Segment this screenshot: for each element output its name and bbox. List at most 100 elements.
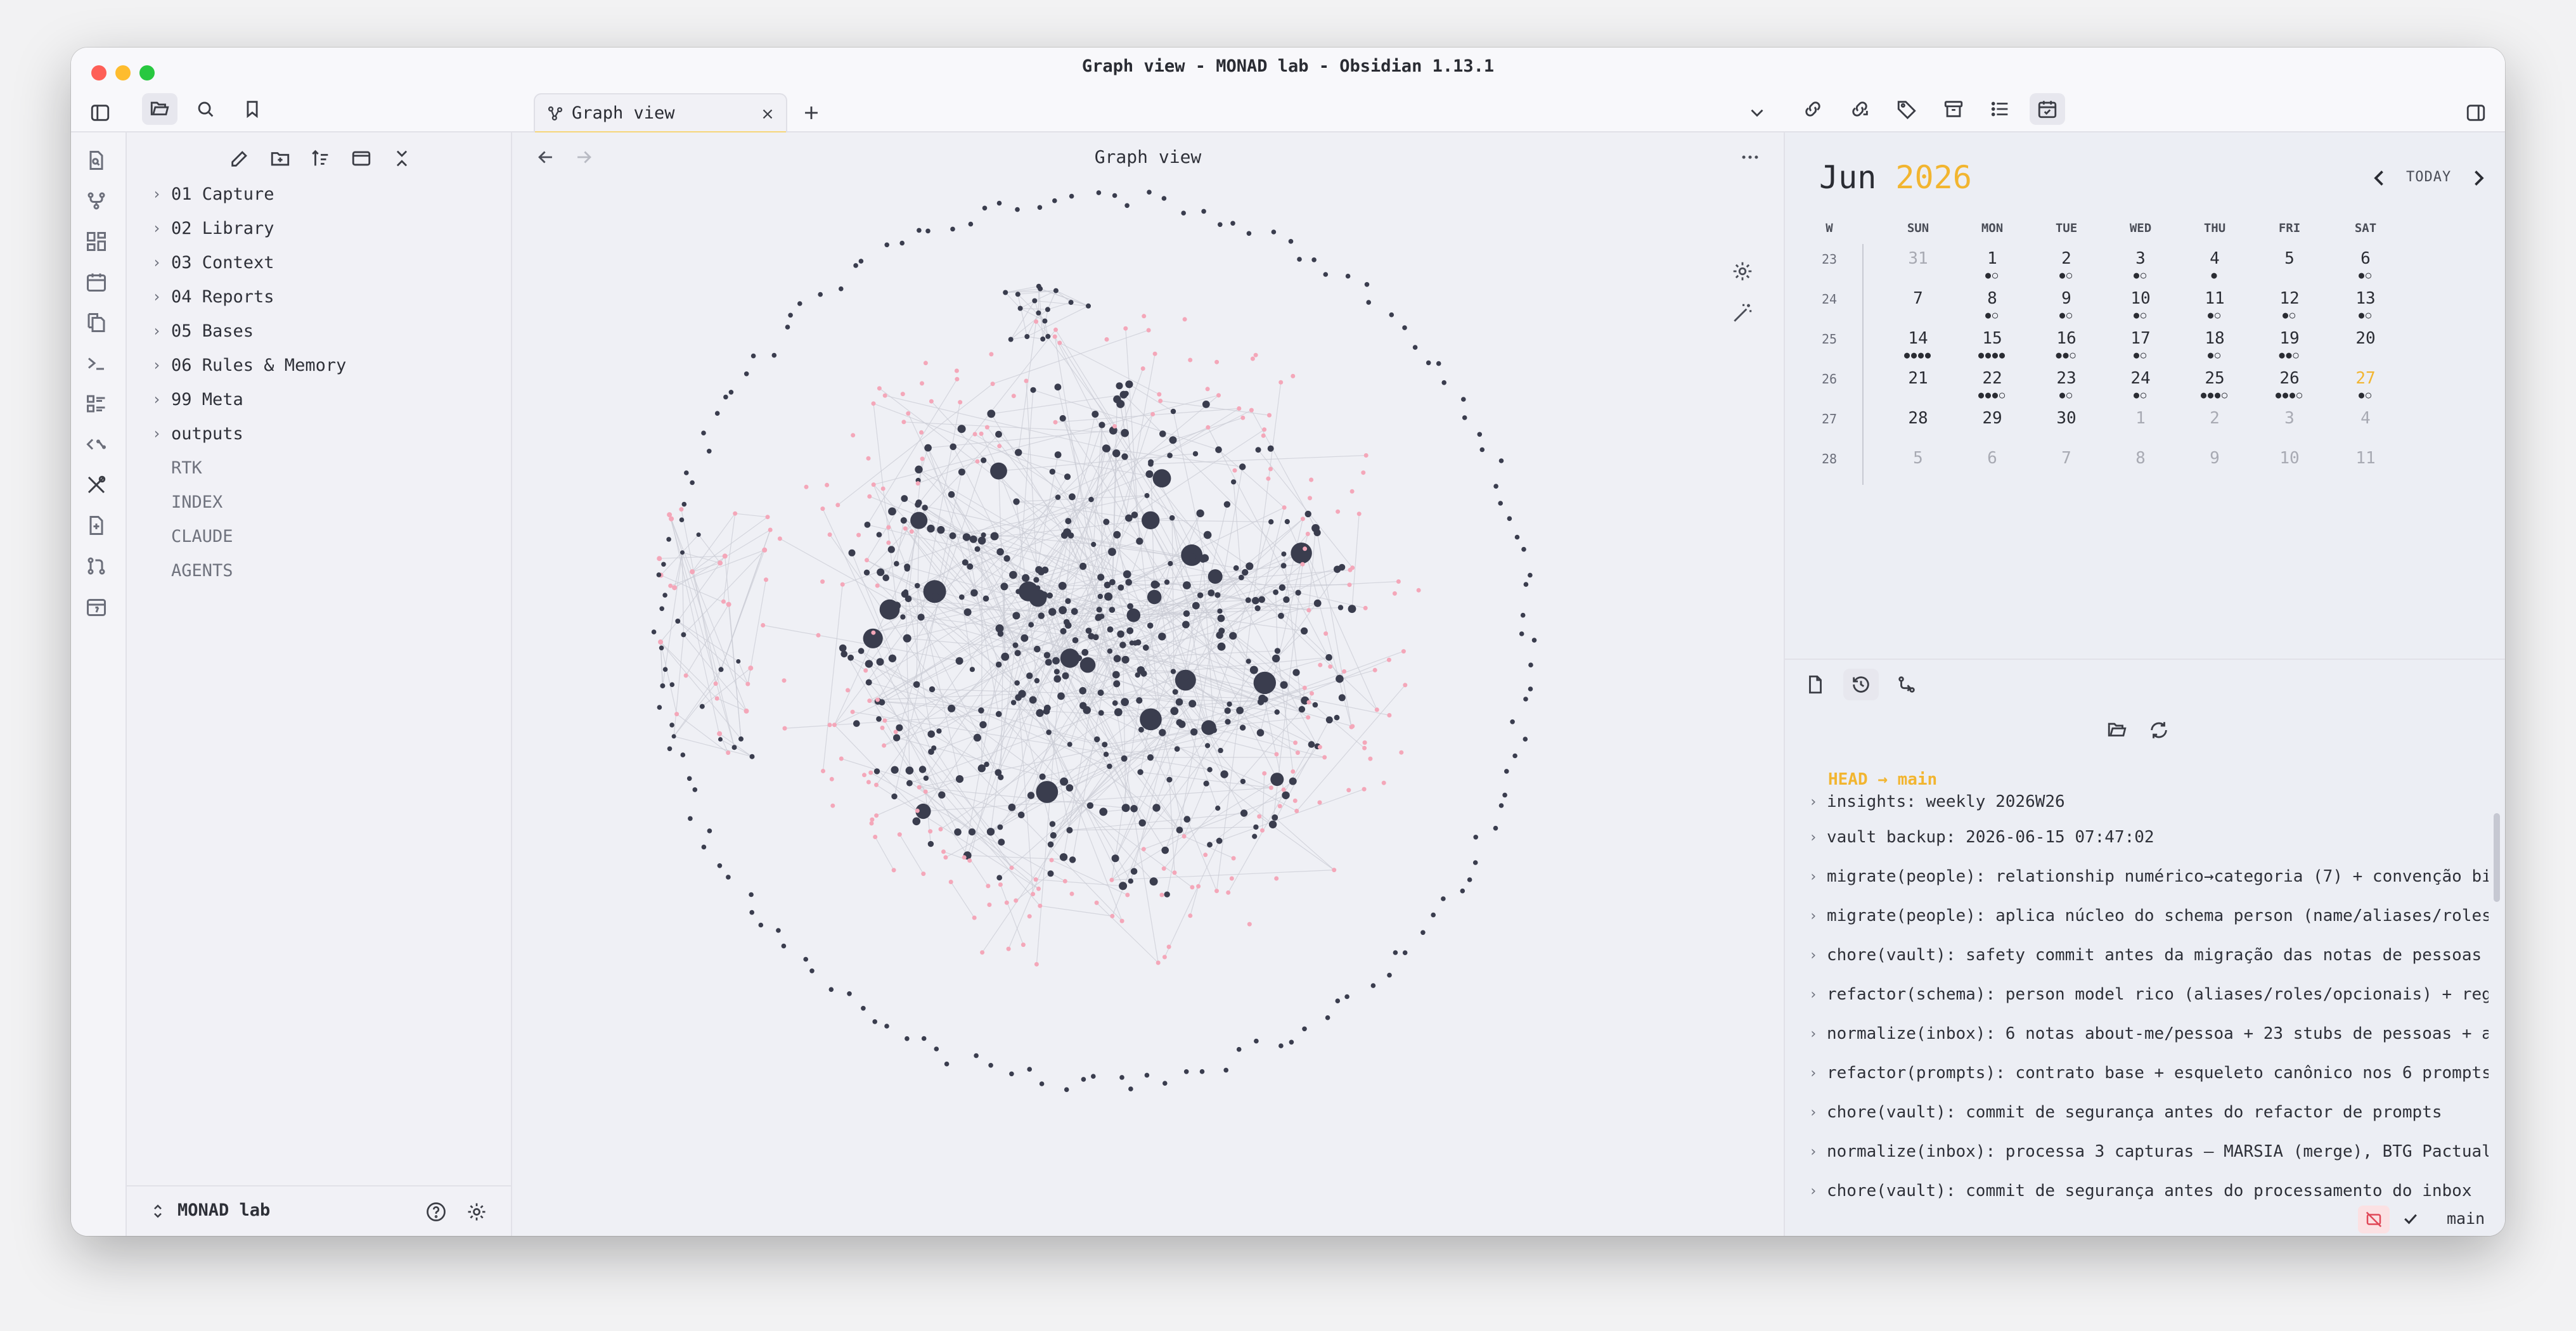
graph-node-unresolved[interactable]	[874, 813, 879, 818]
graph-node-unresolved[interactable]	[1240, 415, 1246, 420]
graph-node[interactable]	[1174, 746, 1180, 752]
graph-node[interactable]	[1108, 548, 1116, 556]
graph-node[interactable]	[1280, 681, 1288, 689]
graph-node[interactable]	[1270, 773, 1284, 787]
graph-node-unresolved[interactable]	[1172, 870, 1177, 875]
ribbon-calendar-button[interactable]	[85, 595, 113, 623]
graph-node[interactable]	[1436, 361, 1441, 366]
graph-node[interactable]	[660, 683, 666, 689]
graph-node[interactable]	[900, 517, 907, 524]
graph-node[interactable]	[1181, 210, 1186, 215]
graph-node[interactable]	[1207, 767, 1213, 773]
graph-node-unresolved[interactable]	[886, 525, 891, 530]
graph-node[interactable]	[1029, 696, 1037, 704]
graph-node[interactable]	[1420, 930, 1426, 936]
graph-node[interactable]	[771, 352, 777, 358]
graph-node[interactable]	[1336, 674, 1344, 683]
graph-node-unresolved[interactable]	[882, 393, 887, 398]
graph-node[interactable]	[905, 595, 912, 603]
graph-node-unresolved[interactable]	[882, 743, 887, 748]
graph-node-unresolved[interactable]	[871, 630, 876, 635]
graph-node[interactable]	[1159, 729, 1166, 736]
collapse-all-button[interactable]	[384, 143, 420, 174]
graph-node[interactable]	[1003, 290, 1008, 295]
graph-node[interactable]	[1201, 209, 1206, 214]
graph-node[interactable]	[1170, 707, 1179, 716]
graph-node[interactable]	[915, 465, 923, 473]
graph-node-unresolved[interactable]	[986, 884, 991, 889]
graph-node-unresolved[interactable]	[1303, 546, 1308, 551]
graph-node[interactable]	[1272, 654, 1280, 663]
graph-node[interactable]	[1183, 816, 1191, 823]
graph-node-unresolved[interactable]	[1347, 582, 1352, 588]
graph-node[interactable]	[1338, 694, 1346, 702]
graph-node[interactable]	[675, 619, 681, 624]
graph-node-unresolved[interactable]	[1274, 752, 1279, 757]
graph-node[interactable]	[987, 409, 996, 418]
graph-node[interactable]	[723, 394, 728, 400]
graph-node[interactable]	[1012, 642, 1019, 648]
graph-node[interactable]	[1135, 672, 1140, 678]
graph-node[interactable]	[1183, 610, 1190, 617]
graph-node-unresolved[interactable]	[827, 723, 832, 728]
graph-node-unresolved[interactable]	[1416, 588, 1421, 593]
graph-node[interactable]	[1161, 196, 1167, 201]
graph-node[interactable]	[1514, 534, 1520, 540]
graph-node[interactable]	[1050, 832, 1057, 839]
graph-node[interactable]	[1218, 222, 1223, 228]
graph-node-unresolved[interactable]	[882, 718, 887, 723]
graph-node[interactable]	[1014, 650, 1021, 657]
graph-node[interactable]	[1313, 599, 1322, 607]
graph-node[interactable]	[1521, 546, 1526, 552]
graph-node[interactable]	[853, 263, 858, 268]
graph-node[interactable]	[1047, 870, 1054, 877]
settings-gear-icon[interactable]	[465, 1200, 488, 1223]
graph-node-unresolved[interactable]	[1306, 715, 1311, 720]
graph-node[interactable]	[949, 532, 956, 539]
graph-node[interactable]	[1312, 702, 1318, 708]
ribbon-bases-button[interactable]	[85, 392, 113, 420]
graph-node[interactable]	[1531, 638, 1537, 643]
graph-node[interactable]	[1035, 566, 1043, 574]
graph-node[interactable]	[1052, 198, 1057, 203]
graph-node[interactable]	[1370, 983, 1376, 988]
graph-node-unresolved[interactable]	[1348, 567, 1353, 572]
graph-node-unresolved[interactable]	[874, 782, 879, 787]
graph-node[interactable]	[901, 495, 908, 502]
graph-node[interactable]	[1278, 612, 1284, 619]
graph-node[interactable]	[1208, 589, 1215, 596]
graph-node[interactable]	[1036, 310, 1041, 316]
graph-node[interactable]	[1467, 877, 1472, 882]
graph-node-unresolved[interactable]	[1332, 868, 1337, 873]
file-index[interactable]: INDEX	[171, 486, 222, 518]
commit-row[interactable]: › refactor(schema): person model rico (al…	[1809, 982, 2489, 1007]
file-agents[interactable]: AGENTS	[171, 555, 233, 586]
graph-node[interactable]	[1214, 592, 1221, 598]
graph-node[interactable]	[955, 775, 964, 783]
graph-node[interactable]	[928, 749, 934, 755]
graph-node[interactable]	[1164, 891, 1170, 897]
graph-node[interactable]	[1493, 484, 1498, 489]
graph-node[interactable]	[1030, 387, 1036, 393]
graph-node-unresolved[interactable]	[1322, 755, 1327, 760]
files-tab-button[interactable]	[142, 93, 177, 125]
graph-node[interactable]	[1147, 754, 1154, 761]
graph-node-unresolved[interactable]	[777, 536, 782, 541]
graph-node-unresolved[interactable]	[820, 579, 825, 584]
graph-node[interactable]	[995, 711, 1002, 717]
commit-row[interactable]: › chore(vault): commit de segurança antes…	[1809, 1178, 2471, 1204]
graph-node-unresolved[interactable]	[1069, 891, 1074, 896]
graph-node-unresolved[interactable]	[1300, 517, 1305, 522]
graph-node[interactable]	[1240, 809, 1248, 817]
graph-node[interactable]	[968, 828, 976, 836]
graph-node-unresolved[interactable]	[1310, 691, 1314, 696]
graph-node[interactable]	[1096, 190, 1102, 195]
graph-node[interactable]	[1046, 730, 1052, 735]
folder-01-capture[interactable]: › 01 Capture	[152, 178, 274, 210]
graph-node[interactable]	[1119, 882, 1128, 891]
graph-node[interactable]	[661, 562, 666, 567]
graph-node[interactable]	[900, 614, 906, 620]
graph-node[interactable]	[1076, 655, 1083, 662]
graph-node[interactable]	[1142, 511, 1160, 530]
graph-node[interactable]	[1252, 833, 1258, 839]
